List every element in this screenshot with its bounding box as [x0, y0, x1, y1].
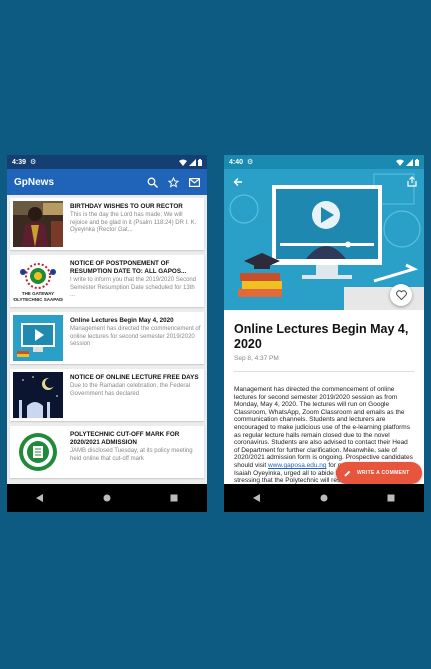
settings-gear-icon: ⚙: [30, 159, 37, 166]
back-nav-icon[interactable]: [36, 494, 44, 502]
news-card[interactable]: Online Lectures Begin May 4, 2020 Manage…: [10, 312, 204, 364]
recents-nav-icon[interactable]: [170, 494, 178, 502]
article-detail-screen: 4:40 ⚙ Online Lectures Begin May 4, 2020…: [224, 155, 424, 512]
status-time: 4:39: [12, 158, 27, 166]
news-card[interactable]: BIRTHDAY WISHES TO OUR RECTOR This is th…: [10, 198, 204, 250]
home-nav-icon[interactable]: [320, 494, 328, 502]
navigation-bar: [224, 484, 424, 512]
recents-nav-icon[interactable]: [387, 494, 395, 502]
news-list-screen: 4:39 ⚙ GpNews BIRTHDAY WISHES TO OUR REC…: [7, 155, 207, 512]
write-comment-label: WRITE A COMMENT: [357, 470, 410, 476]
heart-icon: [395, 290, 407, 300]
settings-gear-icon: ⚙: [247, 159, 254, 166]
star-icon[interactable]: [168, 176, 179, 188]
online-lecture-thumbnail: [13, 315, 63, 361]
pencil-icon: [344, 470, 351, 476]
article-snippet: Due to the Ramadan celebration, the Fede…: [70, 383, 191, 397]
favorite-button[interactable]: [390, 284, 412, 306]
battery-icon: [198, 158, 202, 166]
article-snippet: I write to inform you that the 2019/2020…: [70, 277, 197, 298]
signal-icon: [189, 158, 196, 166]
ramadan-mosque-thumbnail: [13, 372, 63, 418]
svg-text:THE GATEWAY: THE GATEWAY: [22, 291, 54, 296]
article-date: Sep 8, 4:37 PM: [234, 355, 279, 362]
rector-photo-thumbnail: [13, 201, 63, 247]
news-card[interactable]: THE GATEWAY POLYTECHNIC SAAPADE NOTICE O…: [10, 255, 204, 307]
status-bar: 4:40 ⚙: [224, 155, 424, 169]
article-body-text: Management has directed the commencement…: [234, 386, 413, 469]
article-snippet: This is the day the Lord has made; We wi…: [70, 212, 197, 233]
search-icon[interactable]: [147, 177, 158, 188]
article-snippet: JAMB disclosed Tuesday, at its policy me…: [70, 448, 193, 462]
share-icon[interactable]: [407, 176, 417, 187]
app-title: GpNews: [14, 176, 55, 188]
divider: [234, 371, 414, 372]
article-title: NOTICE OF ONLINE LECTURE FREE DAYS: [70, 374, 199, 381]
article-snippet: Management has directed the commencement…: [70, 326, 201, 347]
article-title: POLYTECHNIC CUT-OFF MARK FOR 2020/2021 A…: [70, 431, 180, 446]
write-comment-button[interactable]: WRITE A COMMENT: [336, 462, 422, 484]
website-link[interactable]: www.gaposa.edu.ng: [268, 462, 327, 469]
wifi-icon: [179, 159, 187, 166]
article-title: BIRTHDAY WISHES TO OUR RECTOR: [70, 203, 183, 210]
article-title: NOTICE OF POSTPONEMENT OF RESUMPTION DAT…: [70, 260, 187, 275]
signal-icon: [406, 158, 413, 166]
article-title: Online Lectures Begin May 4, 2020: [234, 322, 409, 351]
mail-icon[interactable]: [189, 177, 200, 187]
home-nav-icon[interactable]: [103, 494, 111, 502]
news-card[interactable]: POLYTECHNIC CUT-OFF MARK FOR 2020/2021 A…: [10, 426, 204, 478]
status-bar: 4:39 ⚙: [7, 155, 207, 169]
news-card[interactable]: NOTICE OF ONLINE LECTURE FREE DAYS Due t…: [10, 369, 204, 421]
jamb-logo-thumbnail: [13, 429, 63, 475]
system-icons: [179, 158, 202, 166]
system-icons: [396, 158, 419, 166]
navigation-bar: [7, 484, 207, 512]
svg-text:POLYTECHNIC SAAPADE: POLYTECHNIC SAAPADE: [13, 297, 63, 302]
wifi-icon: [396, 159, 404, 166]
battery-icon: [415, 158, 419, 166]
news-feed[interactable]: BIRTHDAY WISHES TO OUR RECTOR This is th…: [7, 195, 207, 484]
article-title: Online Lectures Begin May 4, 2020: [70, 317, 174, 324]
app-bar: GpNews: [7, 169, 207, 195]
gateway-polytechnic-logo-thumbnail: THE GATEWAY POLYTECHNIC SAAPADE: [13, 258, 63, 304]
back-nav-icon[interactable]: [253, 494, 261, 502]
back-arrow-icon[interactable]: [233, 177, 243, 187]
status-time: 4:40: [229, 158, 244, 166]
